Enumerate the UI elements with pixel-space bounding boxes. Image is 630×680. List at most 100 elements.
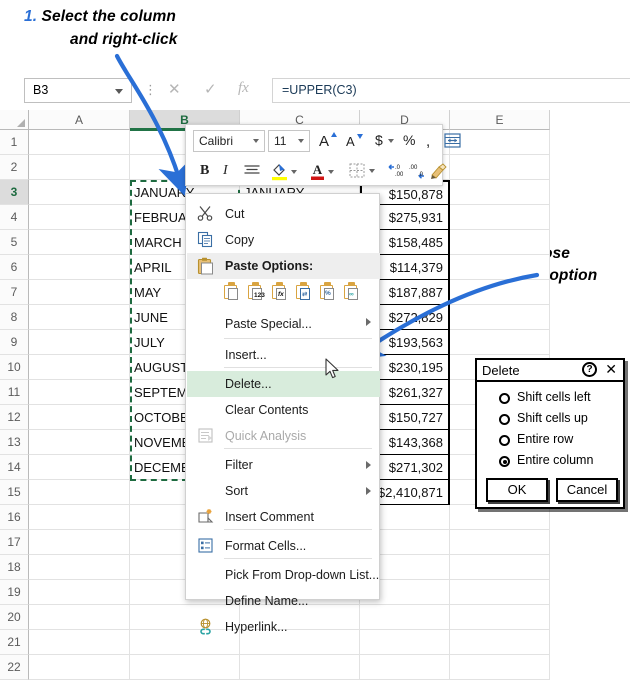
cell[interactable]: [29, 155, 130, 180]
cell[interactable]: [29, 555, 130, 580]
decrease-decimal-icon[interactable]: .0 .00: [386, 163, 403, 182]
paste-values-icon[interactable]: 123: [248, 282, 269, 304]
chevron-down-icon[interactable]: [388, 139, 394, 143]
menu-item-sort[interactable]: Sort: [187, 478, 380, 504]
cell[interactable]: [29, 630, 130, 655]
menu-item-copy[interactable]: Copy: [187, 227, 380, 253]
font-name-combobox[interactable]: Calibri: [193, 130, 265, 152]
cell[interactable]: [450, 130, 550, 155]
confirm-check-icon[interactable]: ✓: [204, 80, 217, 98]
center-align-icon[interactable]: [244, 163, 260, 180]
cell[interactable]: [29, 180, 130, 205]
menu-item-clear-contents[interactable]: Clear Contents: [187, 397, 380, 423]
menu-item-pick-from-drop-down-list[interactable]: Pick From Drop-down List...: [187, 562, 380, 588]
cell[interactable]: [450, 655, 550, 680]
radio-button-icon[interactable]: [499, 414, 510, 425]
chevron-down-icon[interactable]: [291, 170, 297, 174]
row-header-15[interactable]: 15: [0, 480, 29, 505]
formula-bar-grip[interactable]: ⋮: [144, 82, 157, 98]
row-header-20[interactable]: 20: [0, 605, 29, 630]
cell[interactable]: [29, 605, 130, 630]
row-header-6[interactable]: 6: [0, 255, 29, 280]
formula-bar[interactable]: =UPPER(C3): [272, 78, 630, 103]
row-header-5[interactable]: 5: [0, 230, 29, 255]
context-menu[interactable]: CutCopyPaste Options:123fx⇄%∞Paste Speci…: [185, 193, 380, 600]
cell[interactable]: [29, 580, 130, 605]
row-header-22[interactable]: 22: [0, 655, 29, 680]
row-header-13[interactable]: 13: [0, 430, 29, 455]
cell[interactable]: [29, 430, 130, 455]
menu-item-define-name[interactable]: Define Name...: [187, 588, 380, 614]
help-icon[interactable]: ?: [582, 362, 597, 377]
paste-options-icons[interactable]: 123fx⇄%∞: [224, 279, 374, 307]
menu-item-paste-options[interactable]: Paste Options:: [187, 253, 380, 279]
menu-item-paste-special[interactable]: Paste Special...: [187, 309, 380, 339]
cell[interactable]: [450, 605, 550, 630]
select-all-corner[interactable]: [0, 110, 29, 130]
insert-function-icon[interactable]: fx: [238, 80, 249, 97]
paste-link-icon[interactable]: ∞: [344, 282, 365, 304]
cell[interactable]: [130, 655, 240, 680]
cell[interactable]: [29, 355, 130, 380]
column-header-a[interactable]: A: [29, 110, 130, 130]
cancel-button[interactable]: Cancel: [556, 478, 618, 502]
chevron-down-icon[interactable]: [328, 170, 334, 174]
radio-button-icon[interactable]: [499, 456, 510, 467]
grow-font-button[interactable]: A: [319, 133, 329, 150]
cell[interactable]: [29, 530, 130, 555]
row-header-9[interactable]: 9: [0, 330, 29, 355]
menu-item-filter[interactable]: Filter: [187, 452, 380, 478]
cell[interactable]: [29, 255, 130, 280]
cell[interactable]: [450, 180, 550, 205]
cancel-x-icon[interactable]: ✕: [168, 80, 181, 98]
cell[interactable]: [29, 505, 130, 530]
cell[interactable]: [240, 655, 360, 680]
percent-format-button[interactable]: %: [403, 132, 415, 148]
row-header-18[interactable]: 18: [0, 555, 29, 580]
cell[interactable]: [29, 305, 130, 330]
menu-item-delete[interactable]: Delete...: [187, 371, 380, 397]
cell[interactable]: [450, 530, 550, 555]
cell[interactable]: [29, 455, 130, 480]
paste-formulas-icon[interactable]: fx: [272, 282, 293, 304]
cell[interactable]: [450, 255, 550, 280]
menu-item-hyperlink[interactable]: Hyperlink...: [187, 614, 380, 640]
radio-button-icon[interactable]: [499, 435, 510, 446]
ok-button[interactable]: OK: [486, 478, 548, 502]
shrink-font-button[interactable]: A: [346, 134, 355, 149]
chevron-down-icon[interactable]: [115, 89, 123, 94]
cell[interactable]: [29, 655, 130, 680]
cell[interactable]: [360, 655, 450, 680]
column-header-e[interactable]: E: [450, 110, 550, 130]
cell[interactable]: [29, 380, 130, 405]
row-header-4[interactable]: 4: [0, 205, 29, 230]
currency-format-button[interactable]: $: [375, 132, 383, 148]
row-header-12[interactable]: 12: [0, 405, 29, 430]
mini-toolbar[interactable]: Calibri 11 A A $ % , B I: [185, 124, 443, 186]
font-size-combobox[interactable]: 11: [268, 130, 310, 152]
cell[interactable]: [450, 205, 550, 230]
italic-button[interactable]: I: [223, 163, 228, 179]
paste-formatting-icon[interactable]: %: [320, 282, 341, 304]
row-header-8[interactable]: 8: [0, 305, 29, 330]
cell[interactable]: [29, 480, 130, 505]
radio-button-icon[interactable]: [499, 393, 510, 404]
row-header-14[interactable]: 14: [0, 455, 29, 480]
format-painter-icon[interactable]: [430, 162, 448, 183]
cell[interactable]: [450, 230, 550, 255]
cell[interactable]: [29, 330, 130, 355]
name-box[interactable]: B3: [24, 78, 132, 103]
font-color-icon[interactable]: A: [310, 162, 325, 184]
row-header-2[interactable]: 2: [0, 155, 29, 180]
comma-format-button[interactable]: ,: [426, 133, 430, 150]
merge-cells-icon[interactable]: [444, 133, 461, 151]
cell[interactable]: [450, 280, 550, 305]
menu-item-format-cells[interactable]: Format Cells...: [187, 533, 380, 559]
row-header-17[interactable]: 17: [0, 530, 29, 555]
chevron-down-icon[interactable]: [253, 139, 259, 143]
row-header-3[interactable]: 3: [0, 180, 29, 205]
cell[interactable]: [450, 305, 550, 330]
paste-icon[interactable]: [224, 282, 245, 304]
row-header-16[interactable]: 16: [0, 505, 29, 530]
cell[interactable]: [450, 555, 550, 580]
